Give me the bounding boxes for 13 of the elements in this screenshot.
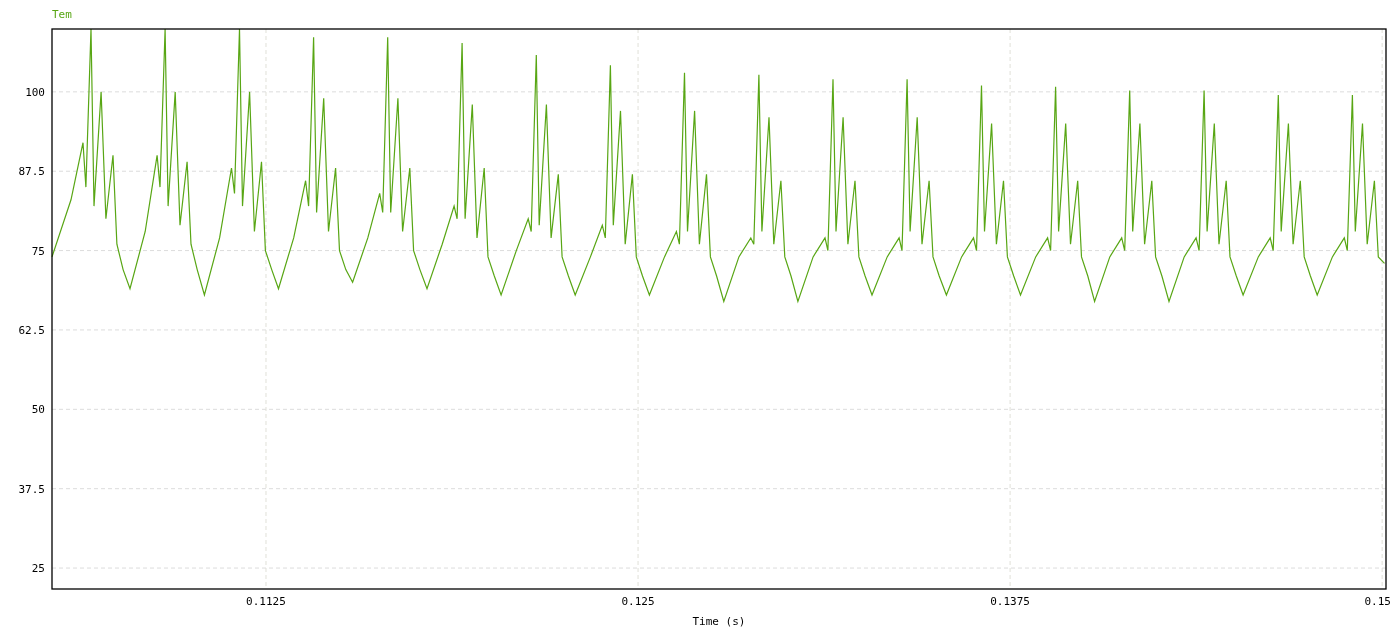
y-tick-label: 75 bbox=[31, 244, 45, 258]
y-tick-label: 87.5 bbox=[18, 165, 45, 179]
x-axis-title: Time (s) bbox=[692, 615, 746, 628]
y-tick-label: 62.5 bbox=[18, 323, 45, 337]
legend-label: Tem bbox=[52, 8, 72, 21]
y-tick-label: 25 bbox=[31, 562, 45, 576]
x-tick-label: 0.125 bbox=[621, 595, 655, 608]
y-tick-label: 37.5 bbox=[18, 482, 45, 496]
x-tick-label: 0.15 bbox=[1364, 595, 1391, 608]
x-tick-label: 0.1125 bbox=[246, 595, 286, 608]
y-tick-label: 100 bbox=[25, 85, 45, 99]
x-tick-label: 0.1375 bbox=[990, 595, 1030, 608]
y-tick-label: 50 bbox=[31, 403, 45, 417]
